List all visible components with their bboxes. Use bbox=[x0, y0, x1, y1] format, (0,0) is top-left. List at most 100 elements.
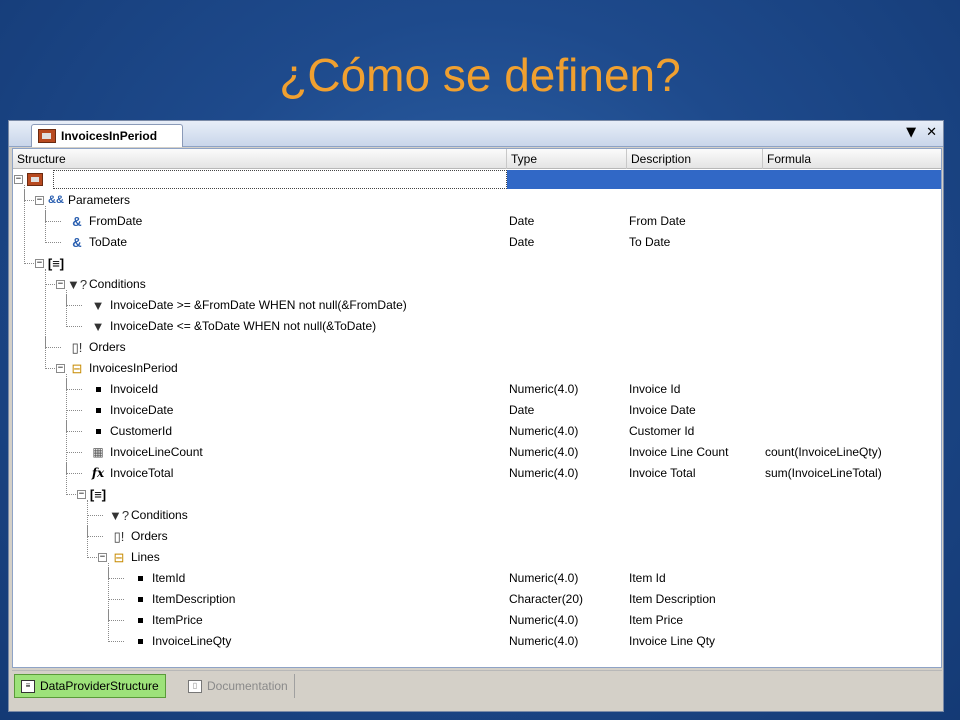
tree-connector bbox=[66, 305, 82, 306]
tree-row[interactable]: fx InvoiceTotal Numeric(4.0) Invoice Total s… bbox=[13, 463, 941, 484]
bullet-icon bbox=[137, 597, 143, 602]
tab-documentation[interactable]: ▯ Documentation bbox=[182, 674, 295, 698]
tree-row[interactable]: & ToDate Date To Date bbox=[13, 232, 941, 253]
tree-row[interactable]: − ⊟ InvoicesInPeriod bbox=[13, 358, 941, 379]
tree-row[interactable]: ItemDescription Character(20) Item Descrip… bbox=[13, 589, 941, 610]
conditions-icon: ▼? bbox=[67, 277, 87, 293]
group-icon-glyph: ⊟ bbox=[71, 361, 83, 376]
tree-item-label: InvoiceId bbox=[110, 382, 159, 396]
tree-row[interactable]: ItemId Numeric(4.0) Item Id bbox=[13, 568, 941, 589]
tree-item: ▯! Orders bbox=[103, 526, 168, 547]
tree-connector bbox=[87, 515, 103, 516]
formula-icon-glyph: fx bbox=[91, 466, 105, 480]
collapse-toggle-icon[interactable]: − bbox=[56, 364, 65, 373]
tab-label: DataProviderStructure bbox=[40, 679, 159, 693]
tree-guide-line bbox=[45, 206, 46, 243]
bullet-icon bbox=[95, 387, 101, 392]
tree-item-label: InvoiceDate <= &ToDate WHEN not null(&To… bbox=[110, 319, 377, 333]
tab-label: Documentation bbox=[207, 679, 288, 693]
tree-row[interactable]: InvoiceId Numeric(4.0) Invoice Id bbox=[13, 379, 941, 400]
tree-connector bbox=[45, 221, 61, 222]
tree-row[interactable]: ▦ InvoiceLineCount Numeric(4.0) Invoice Lin… bbox=[13, 442, 941, 463]
collapse-toggle-icon[interactable]: − bbox=[14, 175, 23, 184]
root-icon bbox=[27, 172, 43, 188]
tree-row[interactable]: InvoiceDate Date Invoice Date bbox=[13, 400, 941, 421]
tree-guide-line bbox=[45, 269, 46, 369]
tree-guide-line bbox=[66, 290, 67, 327]
description-cell: Item Description bbox=[629, 592, 716, 606]
tree-connector bbox=[108, 620, 124, 621]
close-icon[interactable]: ✕ bbox=[926, 125, 937, 140]
tree-item-label: InvoiceLineCount bbox=[110, 445, 203, 459]
tree-row[interactable]: ▼? Conditions bbox=[13, 505, 941, 526]
orders-icon: ▯! bbox=[69, 340, 85, 356]
conditions-icon: ▼? bbox=[109, 508, 129, 524]
tree-row[interactable]: ▯! Orders bbox=[13, 526, 941, 547]
tree-row[interactable]: − [≡] bbox=[13, 484, 941, 505]
tree-row[interactable]: − ▼? Conditions bbox=[13, 274, 941, 295]
tree-connector bbox=[66, 431, 82, 432]
tree-row[interactable]: − ⊟ Lines bbox=[13, 547, 941, 568]
collapse-toggle-icon[interactable]: − bbox=[77, 490, 86, 499]
tree-row[interactable]: & FromDate Date From Date bbox=[13, 211, 941, 232]
orders-icon: ▯! bbox=[111, 529, 127, 545]
tree-row[interactable]: − [≡] bbox=[13, 253, 941, 274]
filter-icon-glyph: ▼ bbox=[91, 298, 105, 313]
collapse-toggle-icon[interactable]: − bbox=[56, 280, 65, 289]
tree-guide-line bbox=[24, 185, 25, 264]
tree-item: ItemDescription bbox=[124, 589, 235, 610]
column-header-description[interactable]: Description bbox=[627, 149, 763, 169]
tree-row[interactable]: InvoiceLineQty Numeric(4.0) Invoice Line Q… bbox=[13, 631, 941, 652]
tree-item-label: ItemId bbox=[152, 571, 186, 585]
tree-row[interactable]: ▯! Orders bbox=[13, 337, 941, 358]
tree-item-label: Parameters bbox=[68, 193, 131, 207]
type-cell: Date bbox=[509, 235, 535, 249]
tree-row[interactable]: ▼ InvoiceDate >= &FromDate WHEN not null(… bbox=[13, 295, 941, 316]
tree-row[interactable]: − && Parameters bbox=[13, 190, 941, 211]
tab-data-provider-structure[interactable]: ≡ DataProviderStructure bbox=[14, 674, 166, 698]
element-icon bbox=[90, 403, 106, 419]
element-icon bbox=[132, 571, 148, 587]
structure-grid: Structure Type Description Formula − − && P… bbox=[12, 148, 942, 668]
tree-connector bbox=[66, 389, 82, 390]
type-cell: Numeric(4.0) bbox=[509, 445, 579, 459]
column-header-formula[interactable]: Formula bbox=[763, 149, 941, 169]
selection-highlight bbox=[507, 170, 941, 189]
tree-item-label: ItemPrice bbox=[152, 613, 203, 627]
tree-item: − ⊟ InvoicesInPeriod bbox=[56, 358, 178, 379]
subgroup-icon-glyph: [≡] bbox=[47, 256, 65, 271]
element-icon bbox=[132, 613, 148, 629]
tree-row[interactable]: CustomerId Numeric(4.0) Customer Id bbox=[13, 421, 941, 442]
tree-row[interactable]: ▼ InvoiceDate <= &ToDate WHEN not null(&T… bbox=[13, 316, 941, 337]
data-provider-icon bbox=[38, 129, 56, 143]
tree-item-label: CustomerId bbox=[110, 424, 173, 438]
collapse-toggle-icon[interactable]: − bbox=[35, 196, 44, 205]
collapse-toggle-icon[interactable]: − bbox=[98, 553, 107, 562]
column-header-structure[interactable]: Structure bbox=[13, 149, 507, 169]
subgroup-icon-glyph: [≡] bbox=[89, 487, 107, 502]
description-cell: To Date bbox=[629, 235, 671, 249]
tree-row[interactable]: ItemPrice Numeric(4.0) Item Price bbox=[13, 610, 941, 631]
description-cell: Invoice Line Qty bbox=[629, 634, 716, 648]
bullet-icon bbox=[95, 429, 101, 434]
tree-connector bbox=[45, 368, 55, 369]
tab-controls: ▼ ✕ bbox=[906, 125, 937, 140]
tree-connector bbox=[66, 473, 82, 474]
tree-row[interactable]: − bbox=[13, 169, 941, 190]
collapse-toggle-icon[interactable]: − bbox=[35, 259, 44, 268]
type-cell: Numeric(4.0) bbox=[509, 466, 579, 480]
document-tab[interactable]: InvoicesInPeriod bbox=[31, 124, 183, 147]
description-cell: Invoice Line Count bbox=[629, 445, 729, 459]
type-cell: Numeric(4.0) bbox=[509, 571, 579, 585]
description-cell: Item Id bbox=[629, 571, 666, 585]
type-cell: Numeric(4.0) bbox=[509, 613, 579, 627]
bottom-tab-bar: ≡ DataProviderStructure ▯ Documentation bbox=[12, 670, 942, 700]
element-icon bbox=[132, 634, 148, 650]
dropdown-arrow-icon[interactable]: ▼ bbox=[906, 125, 916, 140]
tree-item: − [≡] bbox=[35, 253, 68, 274]
tree-item: ▦ InvoiceLineCount bbox=[82, 442, 203, 463]
column-header-type[interactable]: Type bbox=[507, 149, 627, 169]
count-icon: ▦ bbox=[90, 445, 106, 461]
tree-item-label: InvoiceDate >= &FromDate WHEN not null(&… bbox=[110, 298, 407, 312]
element-icon bbox=[132, 592, 148, 608]
